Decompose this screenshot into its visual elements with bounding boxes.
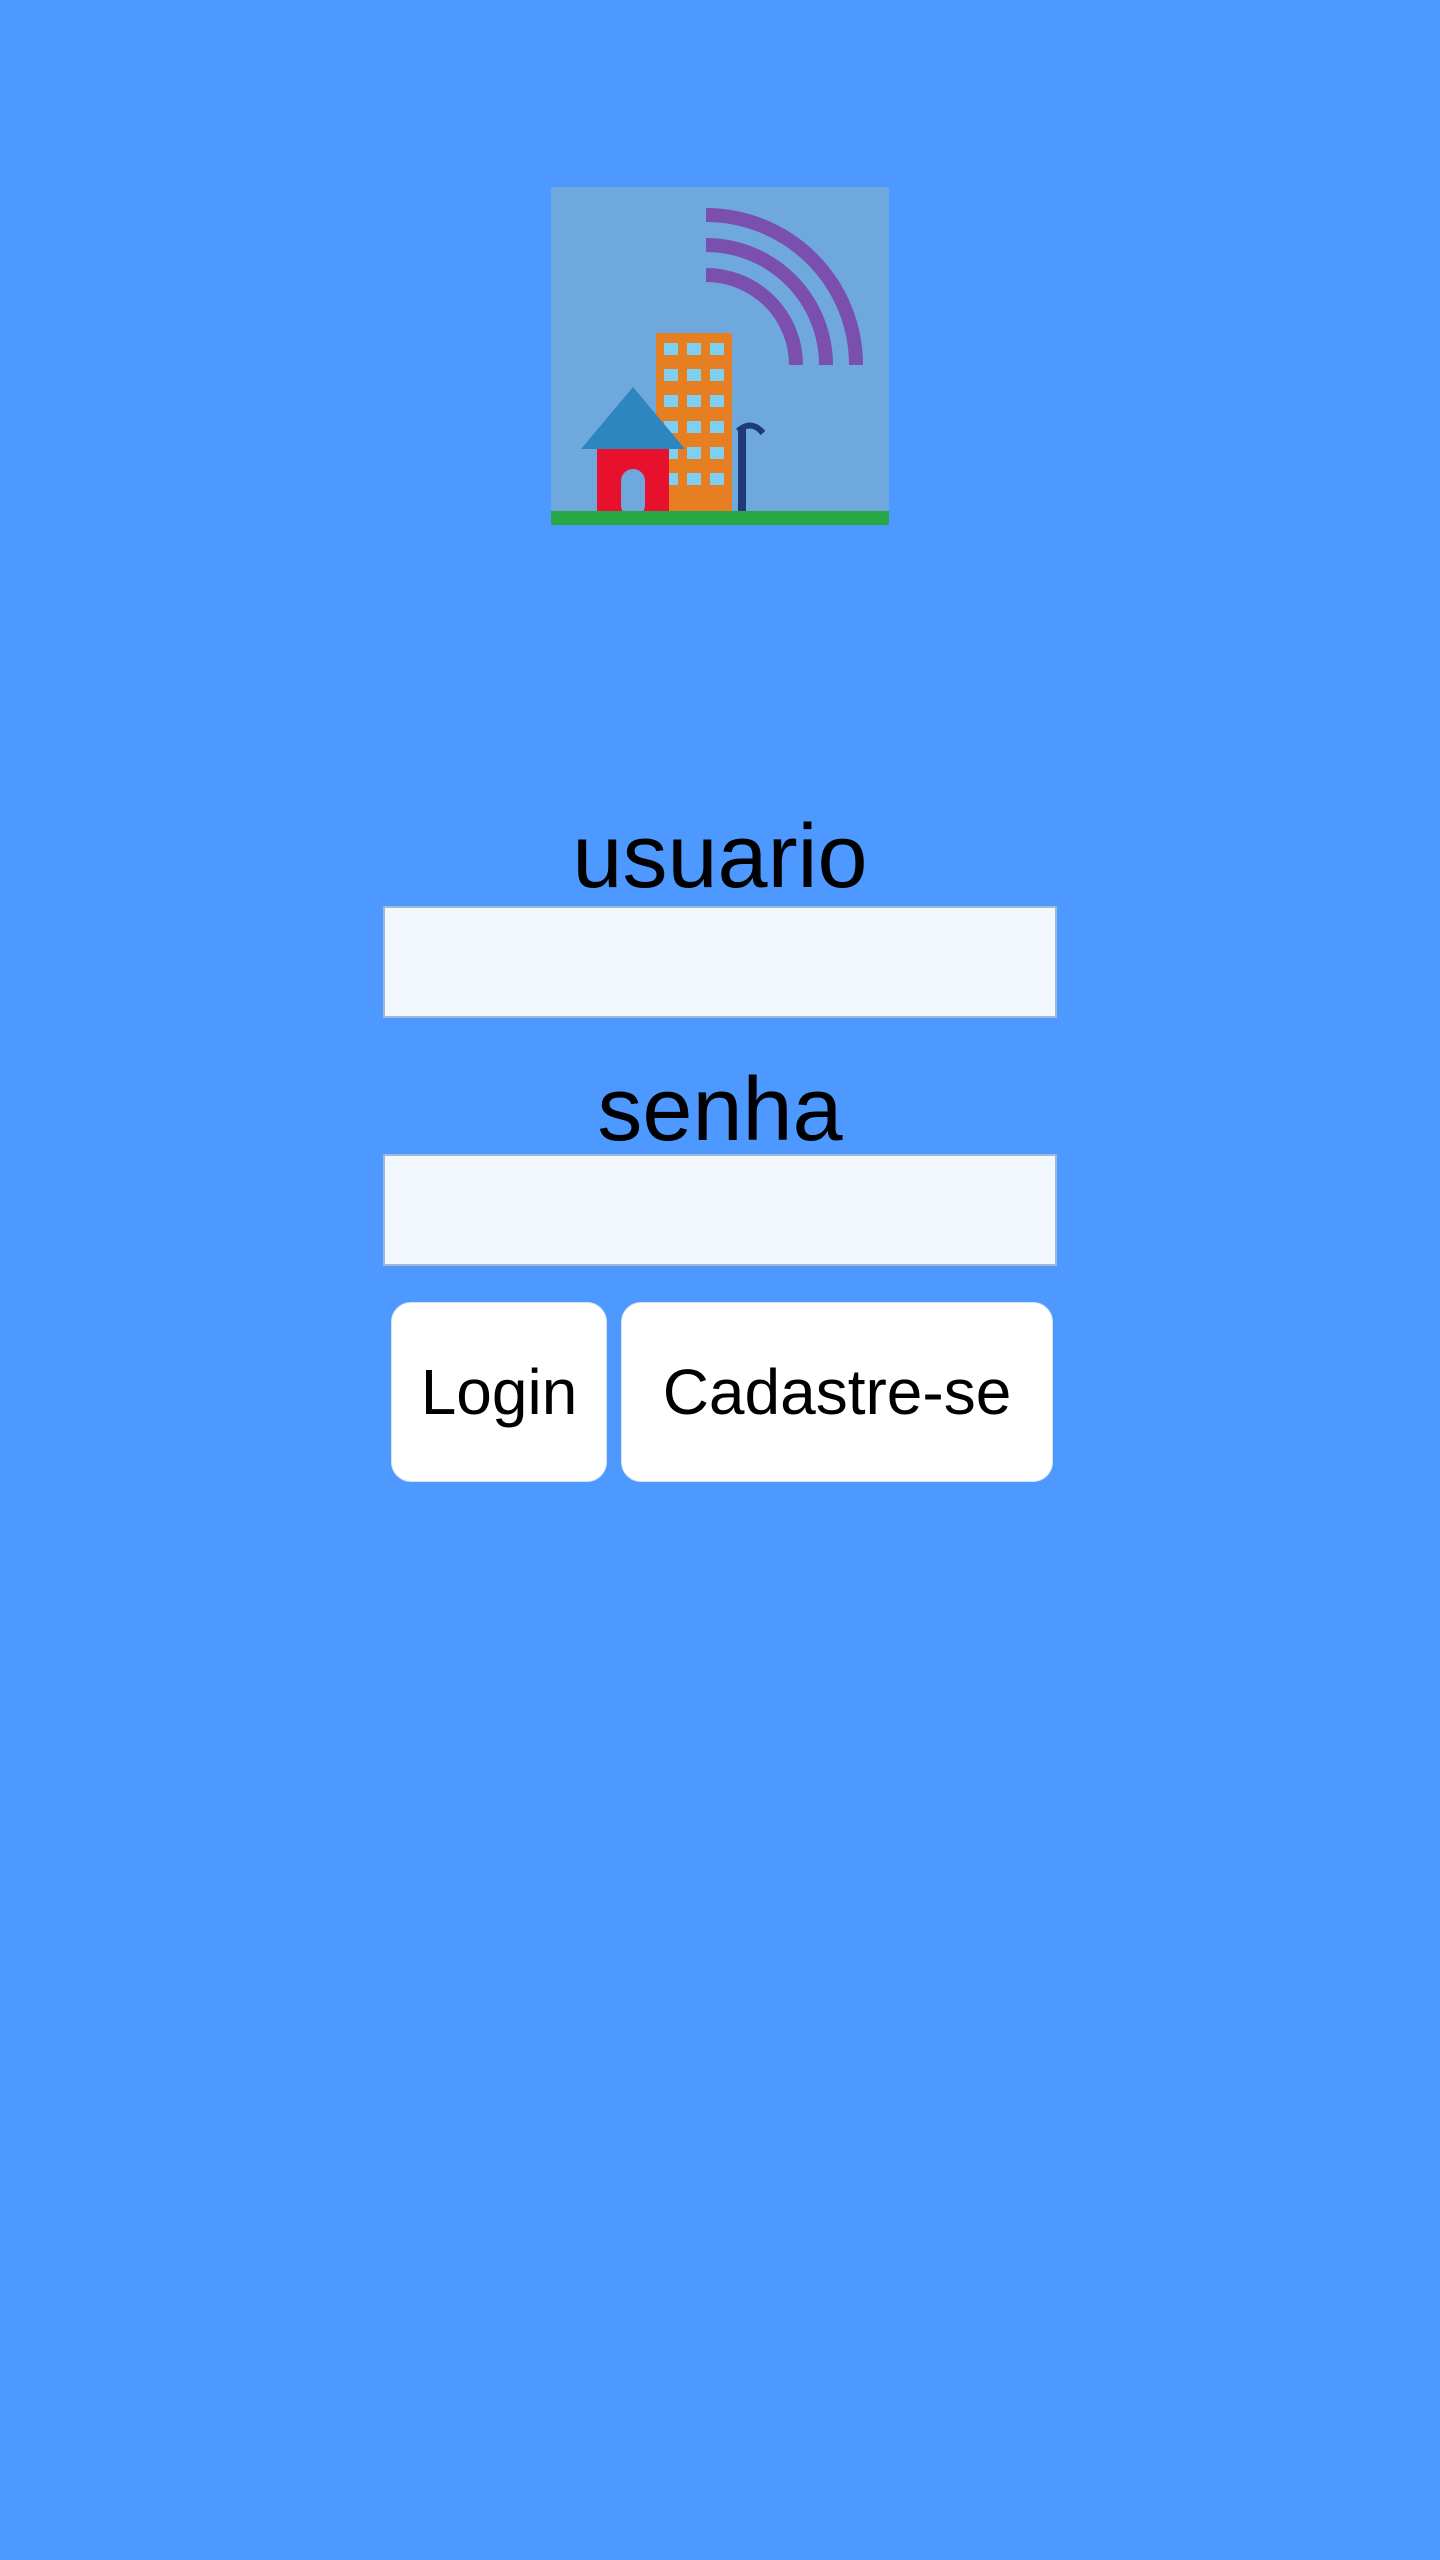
login-screen: usuario senha Login Cadastre-se [0, 0, 1440, 2560]
username-label: usuario [572, 807, 868, 907]
username-input[interactable] [383, 906, 1057, 1018]
app-logo-icon [551, 187, 889, 525]
password-input[interactable] [383, 1154, 1057, 1266]
password-label: senha [597, 1060, 843, 1160]
login-button[interactable]: Login [391, 1302, 607, 1482]
register-button[interactable]: Cadastre-se [621, 1302, 1053, 1482]
